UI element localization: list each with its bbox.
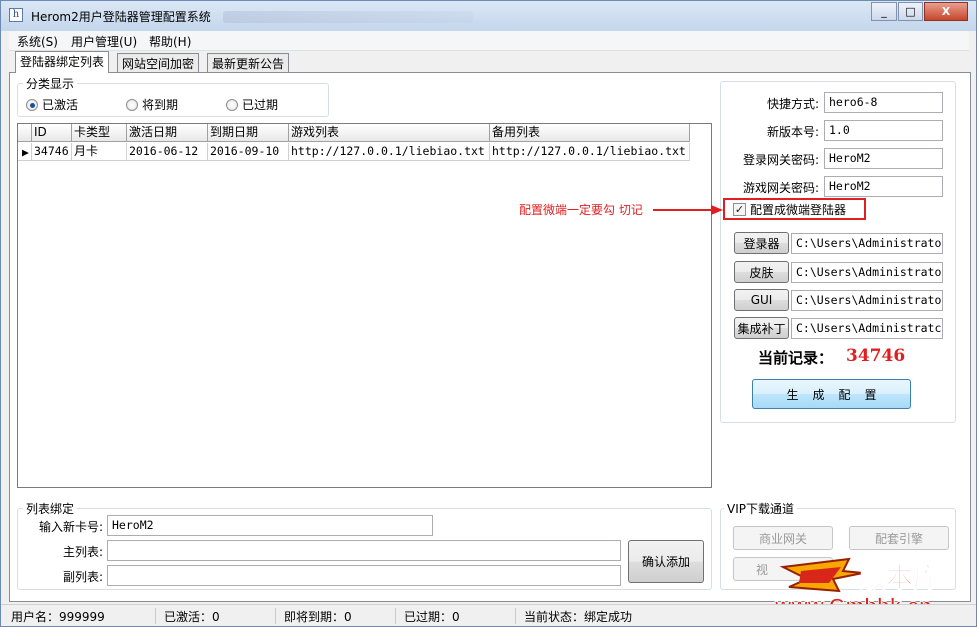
- engine-package-button[interactable]: 配套引擎: [849, 526, 949, 550]
- tab-update-notice[interactable]: 最新更新公告: [207, 53, 290, 72]
- version-input[interactable]: 1.0: [824, 120, 943, 141]
- menu-bar: 系统(S) 用户管理(U) 帮助(H): [9, 31, 969, 51]
- col-header-backup-list[interactable]: 备用列表: [490, 124, 690, 142]
- sub-list-label: 副列表:: [62, 570, 103, 584]
- game-gateway-password-label: 游戏网关密码:: [742, 181, 819, 195]
- list-binding-legend: 列表绑定: [23, 500, 78, 517]
- current-record-value: 34746: [846, 346, 906, 366]
- status-bar: 用户名：999999 已激活：0 即将到期：0 已过期：0 当前状态：绑定成功: [1, 604, 976, 626]
- commercial-gateway-button[interactable]: 商业网关: [733, 526, 833, 550]
- login-gateway-password-label: 登录网关密码:: [742, 153, 819, 167]
- status-username: 用户名：999999: [11, 608, 156, 624]
- annotation-arrow-icon: [653, 205, 723, 215]
- status-current-state: 当前状态：绑定成功: [524, 610, 633, 624]
- col-header-card-type[interactable]: 卡类型: [72, 124, 127, 142]
- vip-download-legend: VIP下载通道: [724, 500, 797, 517]
- radio-activated[interactable]: 已激活: [26, 96, 78, 113]
- version-label: 新版本号:: [766, 125, 819, 139]
- radio-expiring[interactable]: 将到期: [126, 96, 178, 113]
- app-icon: h: [9, 8, 23, 22]
- generate-config-button[interactable]: 生成配置: [752, 379, 911, 409]
- grid-header: ID 卡类型 激活日期 到期日期 游戏列表 备用列表: [18, 124, 690, 142]
- card-data-grid[interactable]: ID 卡类型 激活日期 到期日期 游戏列表 备用列表 ▶ 34746 月卡 20…: [17, 123, 712, 488]
- radio-expired-dot[interactable]: [226, 98, 238, 111]
- game-gateway-password-input[interactable]: HeroM2: [824, 176, 943, 197]
- main-window: h Herom2用户登陆器管理配置系统 _ □ X 系统(S) 用户管理(U) …: [0, 0, 977, 627]
- gui-path-input[interactable]: C:\Users\Administrato: [791, 290, 943, 311]
- micro-client-checkbox[interactable]: ✓: [733, 202, 746, 216]
- watermark-brand-text: 版本库: [859, 563, 940, 594]
- radio-activated-dot[interactable]: [26, 98, 38, 111]
- login-gateway-password-input[interactable]: HeroM2: [824, 148, 943, 169]
- maximize-button[interactable]: □: [898, 2, 923, 21]
- cell-card-type[interactable]: 月卡: [72, 143, 127, 161]
- main-list-label: 主列表:: [62, 545, 103, 559]
- status-activated: 已激活：0: [164, 608, 276, 624]
- col-header-game-list[interactable]: 游戏列表: [289, 124, 490, 142]
- menu-help[interactable]: 帮助(H): [149, 33, 191, 50]
- category-filter-legend: 分类显示: [23, 75, 78, 92]
- tab-site-encryption[interactable]: 网站空间加密: [117, 53, 200, 72]
- radio-expired-label: 已过期: [242, 98, 279, 112]
- radio-expired[interactable]: 已过期: [226, 96, 278, 113]
- menu-user-management[interactable]: 用户管理(U): [71, 33, 137, 50]
- launcher-path-button[interactable]: 登录器: [734, 232, 789, 254]
- skin-path-button[interactable]: 皮肤: [734, 261, 789, 283]
- cell-expiry-date[interactable]: 2016-09-10: [208, 143, 289, 161]
- cell-activation-date[interactable]: 2016-06-12: [127, 143, 208, 161]
- close-button[interactable]: X: [924, 2, 968, 21]
- menu-system[interactable]: 系统(S): [17, 33, 58, 50]
- status-expired: 已过期：0: [404, 608, 516, 624]
- annotation-note: 配置微端一定要勾 切记: [519, 203, 643, 217]
- current-record-label: 当前记录：: [758, 349, 834, 367]
- table-row[interactable]: ▶ 34746 月卡 2016-06-12 2016-09-10 http://…: [18, 143, 690, 161]
- cell-game-list[interactable]: http://127.0.0.1/liebiao.txt: [289, 143, 490, 161]
- radio-expiring-dot[interactable]: [126, 98, 138, 111]
- radio-expiring-label: 将到期: [142, 98, 179, 112]
- confirm-add-button[interactable]: 确认添加: [628, 540, 704, 583]
- grid-header-corner: [18, 124, 32, 142]
- tab-launcher-binding-list[interactable]: 登陆器绑定列表: [15, 51, 110, 73]
- patch-path-input[interactable]: C:\Users\Administratc: [791, 318, 943, 339]
- sub-list-input[interactable]: [107, 565, 621, 586]
- minimize-button[interactable]: _: [871, 2, 897, 21]
- new-card-input[interactable]: HeroM2: [107, 515, 433, 536]
- new-card-label: 输入新卡号:: [38, 520, 103, 534]
- col-header-id[interactable]: ID: [32, 124, 72, 142]
- shortcut-input[interactable]: hero6-8: [824, 92, 943, 113]
- gui-path-button[interactable]: GUI: [734, 289, 789, 311]
- blurred-background-text: [223, 11, 473, 23]
- micro-client-checkbox-highlight[interactable]: ✓ 配置成微端登陆器: [723, 198, 866, 220]
- cell-id[interactable]: 34746: [32, 143, 72, 161]
- title-bar[interactable]: h Herom2用户登陆器管理配置系统 _ □ X: [1, 1, 976, 31]
- radio-activated-label: 已激活: [42, 98, 79, 112]
- col-header-activation-date[interactable]: 激活日期: [127, 124, 208, 142]
- patch-path-button[interactable]: 集成补丁: [734, 317, 789, 339]
- shortcut-label: 快捷方式:: [766, 97, 819, 111]
- row-indicator-icon: ▶: [18, 143, 32, 161]
- skin-path-input[interactable]: C:\Users\Administrato: [791, 262, 943, 283]
- cell-backup-list[interactable]: http://127.0.0.1/liebiao.txt: [490, 143, 690, 161]
- status-expiring: 即将到期：0: [284, 608, 396, 624]
- window-title: Herom2用户登陆器管理配置系统: [31, 10, 211, 24]
- launcher-path-input[interactable]: C:\Users\Administrato: [791, 233, 943, 254]
- micro-client-checkbox-label: 配置成微端登陆器: [750, 202, 847, 217]
- main-list-input[interactable]: [107, 540, 621, 561]
- col-header-expiry-date[interactable]: 到期日期: [208, 124, 289, 142]
